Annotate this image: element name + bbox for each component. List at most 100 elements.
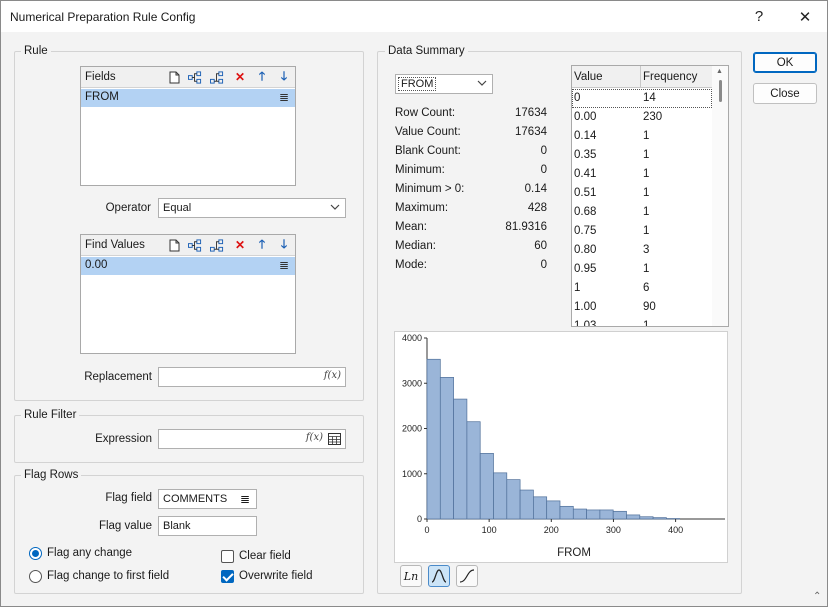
menu-icon[interactable]: ≣ [279,258,289,272]
table-row[interactable]: 0.95 1 [572,260,712,279]
flag-any-change-radio[interactable] [29,547,42,560]
chevron-down-icon [330,202,340,215]
move-down-icon[interactable]: 🡓 [277,237,291,252]
fields-list[interactable]: Fields ✕ 🡑 🡓 FROM ≣ [80,66,296,186]
find-values-list-item[interactable]: 0.00 ≣ [81,257,295,275]
find-values-list[interactable]: Find Values ✕ 🡑 🡓 0.00 ≣ [80,234,296,354]
flag-field-label: Flag field [105,492,152,504]
overwrite-field-checkbox[interactable] [221,570,234,583]
function-icon[interactable]: f(x) [306,432,323,443]
rule-group-label: Rule [21,45,51,57]
tree-add-icon[interactable] [188,70,202,84]
scroll-up-icon[interactable]: ▲ [716,68,723,75]
expression-input[interactable]: f(x) [158,429,346,449]
stat-value: 81.9316 [505,221,547,233]
stat-key: Row Count: [395,107,456,119]
cell-frequency: 1 [643,263,650,275]
flag-value-value: Blank [163,520,191,532]
table-icon[interactable] [328,433,341,448]
stat-value: 428 [527,202,547,214]
table-row[interactable]: 0.80 3 [572,241,712,260]
x-axis-label: FROM [557,547,591,559]
move-up-icon[interactable]: 🡑 [255,237,269,252]
x-tick-label: 300 [606,525,621,535]
flag-change-first-field-label[interactable]: Flag change to first field [47,570,169,582]
stat-key: Mode: [395,259,427,271]
cell-value: 0.00 [574,111,597,123]
flag-change-first-field-radio[interactable] [29,570,42,583]
stat-row: Blank Count: 0 [395,145,547,164]
move-down-icon[interactable]: 🡓 [277,69,291,84]
fields-list-header: Fields ✕ 🡑 🡓 [81,67,295,88]
overwrite-field-label[interactable]: Overwrite field [239,570,313,582]
table-row[interactable]: 0.68 1 [572,203,712,222]
frequency-table-header: Value Frequency [572,66,712,88]
fields-list-item[interactable]: FROM ≣ [81,89,295,107]
flag-any-change-label[interactable]: Flag any change [47,547,132,559]
x-tick-label: 100 [482,525,497,535]
log-scale-button[interactable]: Ln [400,565,422,587]
cell-value: 0.68 [574,206,597,218]
move-up-icon[interactable]: 🡑 [255,69,269,84]
histogram-bar [533,496,548,520]
summary-field-value: FROM [398,77,437,91]
table-row[interactable]: 1.03 1 [572,317,712,326]
frequency-table[interactable]: Value Frequency 0 14 0.00 230 0.14 1 0.35 1 0.41… [571,65,729,327]
tree-add-icon[interactable] [188,238,202,252]
operator-select[interactable]: Equal [158,198,346,218]
table-row[interactable]: 0.14 1 [572,127,712,146]
fields-item-label: FROM [85,91,119,103]
y-tick-label: 2000 [402,424,422,434]
close-button[interactable]: Close [753,83,817,104]
find-values-item-label: 0.00 [85,259,108,271]
new-document-icon[interactable] [167,238,181,252]
histogram-bar [506,479,521,520]
scrollbar-thumb[interactable] [719,80,722,102]
help-button[interactable]: ? [739,1,779,32]
delete-icon[interactable]: ✕ [233,70,247,84]
clear-field-label[interactable]: Clear field [239,550,291,562]
stat-value: 0.14 [524,183,547,195]
function-icon[interactable]: f(x) [324,370,341,381]
menu-icon[interactable]: ≣ [279,90,289,104]
flag-field-input[interactable]: COMMENTS ≣ [158,489,257,509]
table-row[interactable]: 0.35 1 [572,146,712,165]
frequency-table-scrollbar[interactable]: ▲ [712,66,728,326]
expression-label: Expression [95,433,152,445]
table-row[interactable]: 16 [572,279,712,298]
table-row[interactable]: 0.00 230 [572,108,712,127]
cell-frequency: 1 [643,168,650,180]
ok-button[interactable]: OK [753,52,817,73]
new-document-icon[interactable] [167,70,181,84]
column-header-frequency[interactable]: Frequency [643,71,697,83]
summary-field-select[interactable]: FROM [395,74,493,94]
close-window-button[interactable]: ✕ [785,1,825,32]
operator-value: Equal [163,202,192,214]
clear-field-checkbox[interactable] [221,550,234,563]
tree-insert-icon[interactable] [210,70,224,84]
table-row[interactable]: 0.75 1 [572,222,712,241]
table-row[interactable]: 0.51 1 [572,184,712,203]
stat-row: Value Count: 17634 [395,126,547,145]
tree-insert-icon[interactable] [210,238,224,252]
histogram-bar [639,516,654,520]
histogram-bar [546,500,561,520]
bell-curve-button[interactable] [428,565,450,587]
flag-value-input[interactable]: Blank [158,516,257,536]
delete-icon[interactable]: ✕ [233,238,247,252]
histogram-bar [519,489,534,520]
column-header-value[interactable]: Value [574,71,603,83]
cell-frequency: 1 [643,225,650,237]
histogram-bar [453,398,468,520]
column-divider[interactable] [640,66,641,88]
table-row[interactable]: 0.41 1 [572,165,712,184]
s-curve-icon [459,569,475,583]
replacement-input[interactable]: f(x) [158,367,346,387]
table-row[interactable]: 0 14 [572,89,712,108]
menu-icon[interactable]: ≣ [240,492,250,506]
y-tick-label: 4000 [402,333,422,343]
x-tick-label: 400 [668,525,683,535]
cumulative-curve-button[interactable] [456,565,478,587]
resize-grip-icon[interactable]: ⌃ [813,591,821,602]
table-row[interactable]: 1.00 90 [572,298,712,317]
